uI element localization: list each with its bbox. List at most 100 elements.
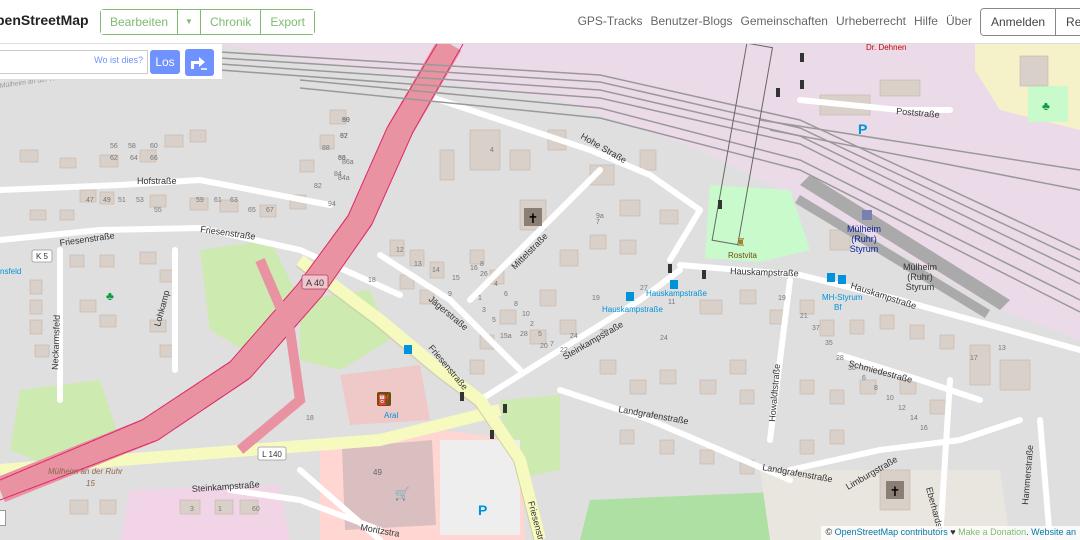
edit-dropdown-chevron-down-icon[interactable]: ▼ bbox=[178, 10, 201, 34]
house-number: 69 bbox=[342, 117, 350, 124]
nav-gps-tracks[interactable]: GPS-Tracks bbox=[578, 14, 643, 28]
house-number: 49 bbox=[103, 197, 111, 204]
house-number: 14 bbox=[432, 267, 440, 274]
directions-button[interactable] bbox=[185, 49, 214, 76]
house-number: 10 bbox=[886, 395, 894, 402]
house-number: 19 bbox=[778, 295, 786, 302]
fuel-icon: ⛽ bbox=[377, 392, 391, 406]
nav-about[interactable]: Über bbox=[946, 14, 972, 28]
house-number: 21 bbox=[800, 313, 808, 320]
house-number: 10 bbox=[522, 311, 530, 318]
house-number: 22 bbox=[560, 347, 568, 354]
house-number: 6 bbox=[504, 291, 508, 298]
label-bus-stop-1: Hauskampstraße bbox=[602, 305, 663, 314]
house-number: 60 bbox=[252, 506, 260, 513]
playground-icon: ♣ bbox=[106, 289, 114, 303]
house-number: 15 bbox=[452, 275, 460, 282]
login-button[interactable]: Anmelden bbox=[981, 9, 1057, 35]
house-number: 63 bbox=[230, 197, 238, 204]
house-number: 8 bbox=[514, 301, 518, 308]
nav-copyright[interactable]: Urheberrecht bbox=[836, 14, 906, 28]
house-number: 30 bbox=[848, 365, 856, 372]
where-is-this-link[interactable]: Wo ist dies? bbox=[94, 55, 143, 65]
parking-lot bbox=[440, 440, 520, 535]
osm-contributors-link[interactable]: OpenStreetMap contributors bbox=[835, 527, 948, 537]
house-number: 14 bbox=[910, 415, 918, 422]
house-number: 60 bbox=[150, 143, 158, 150]
edit-button[interactable]: Bearbeiten bbox=[101, 10, 179, 34]
svg-text:🛒: 🛒 bbox=[395, 487, 410, 501]
label-hofstrasse: Hofstraße bbox=[137, 176, 177, 186]
svg-text:♣: ♣ bbox=[1042, 99, 1050, 113]
register-button[interactable]: Regis bbox=[1056, 9, 1080, 35]
donate-link[interactable]: Make a Donation bbox=[958, 527, 1026, 537]
house-number: 20 bbox=[540, 343, 548, 350]
house-number: 3 bbox=[482, 307, 486, 314]
house-number: 67 bbox=[266, 207, 274, 214]
house-number: 63 bbox=[338, 155, 346, 162]
scale-control bbox=[0, 510, 6, 526]
edit-button-group: Bearbeiten ▼ Chronik Export bbox=[100, 9, 316, 35]
house-number: 24 bbox=[570, 333, 578, 340]
directions-icon bbox=[191, 57, 207, 70]
drinking-icon: ♜ bbox=[736, 237, 746, 249]
house-number: 7 bbox=[596, 219, 600, 226]
house-number: 53 bbox=[136, 197, 144, 204]
shield-k5-label: K 5 bbox=[36, 252, 49, 261]
house-number: 3 bbox=[190, 506, 194, 513]
label-muelheim-ruhr: Mülheim an der Ruhr bbox=[48, 467, 123, 476]
house-number: 37 bbox=[812, 325, 820, 332]
search-input[interactable]: Wo ist dies? bbox=[0, 50, 148, 74]
house-number: 16 bbox=[920, 425, 928, 432]
house-number: 28 bbox=[520, 331, 528, 338]
house-number: 18 bbox=[306, 415, 314, 422]
svg-text:✝: ✝ bbox=[528, 211, 539, 226]
house-number: 15a bbox=[500, 333, 512, 340]
house-number: 12 bbox=[898, 405, 906, 412]
house-number: 26 bbox=[480, 271, 488, 278]
label-station-b2: (Ruhr) bbox=[907, 272, 933, 282]
house-number: 1 bbox=[478, 295, 482, 302]
nav-user-blogs[interactable]: Benutzer-Blogs bbox=[651, 14, 733, 28]
house-number: 24 bbox=[660, 335, 668, 342]
label-station-b3: Styrum bbox=[906, 282, 935, 292]
house-number: 26 bbox=[600, 329, 608, 336]
house-number: 11 bbox=[668, 299, 675, 306]
search-go-button[interactable]: Los bbox=[150, 50, 180, 74]
svg-text:P: P bbox=[858, 121, 867, 137]
svg-text:♜: ♜ bbox=[736, 237, 746, 249]
history-button[interactable]: Chronik bbox=[200, 10, 262, 34]
top-nav: GPS-Tracks Benutzer-Blogs Gemeinschaften… bbox=[578, 14, 972, 28]
house-number: 58 bbox=[128, 143, 136, 150]
shield-a40: A 40 bbox=[301, 274, 329, 290]
house-number: 9 bbox=[448, 291, 452, 298]
house-number: 84a bbox=[338, 175, 350, 182]
shield-a40-label: A 40 bbox=[306, 278, 324, 288]
label-station-1: Mülheim bbox=[847, 224, 881, 234]
house-number: 12 bbox=[396, 247, 404, 254]
label-station-b1: Mülheim bbox=[903, 262, 937, 272]
house-number: 17 bbox=[970, 355, 978, 362]
house-number: 62 bbox=[110, 155, 118, 162]
svg-text:⛽: ⛽ bbox=[378, 393, 390, 406]
house-number: 64 bbox=[130, 155, 138, 162]
export-button[interactable]: Export bbox=[261, 10, 315, 34]
label-rostvita: Rostvita bbox=[728, 251, 757, 260]
shop-icon: 🛒 bbox=[395, 487, 410, 501]
website-link[interactable]: Website an bbox=[1031, 527, 1076, 537]
label-mh-styrum-bf: Bf bbox=[834, 303, 842, 312]
shield-k5: K 5 bbox=[31, 249, 53, 263]
house-number: 13 bbox=[998, 345, 1006, 352]
house-number: 94 bbox=[328, 201, 336, 208]
heart-icon: ♥ bbox=[950, 527, 956, 537]
nav-help[interactable]: Hilfe bbox=[914, 14, 938, 28]
map-canvas[interactable]: ✝ ✝ ⛽ 🛒 ♣ ♣ P P ♜ A 40 K 5 L 140 Hofstra… bbox=[0, 0, 1080, 540]
house-number: 67 bbox=[340, 133, 348, 140]
label-house-49: 49 bbox=[373, 468, 382, 477]
nav-communities[interactable]: Gemeinschaften bbox=[741, 14, 828, 28]
site-logo[interactable]: penStreetMap bbox=[0, 12, 89, 28]
svg-text:P: P bbox=[478, 502, 487, 518]
house-number: 13 bbox=[414, 261, 422, 268]
label-neckarmsfeld: Neckarmsfeld bbox=[50, 315, 62, 370]
house-number: 82 bbox=[314, 183, 322, 190]
